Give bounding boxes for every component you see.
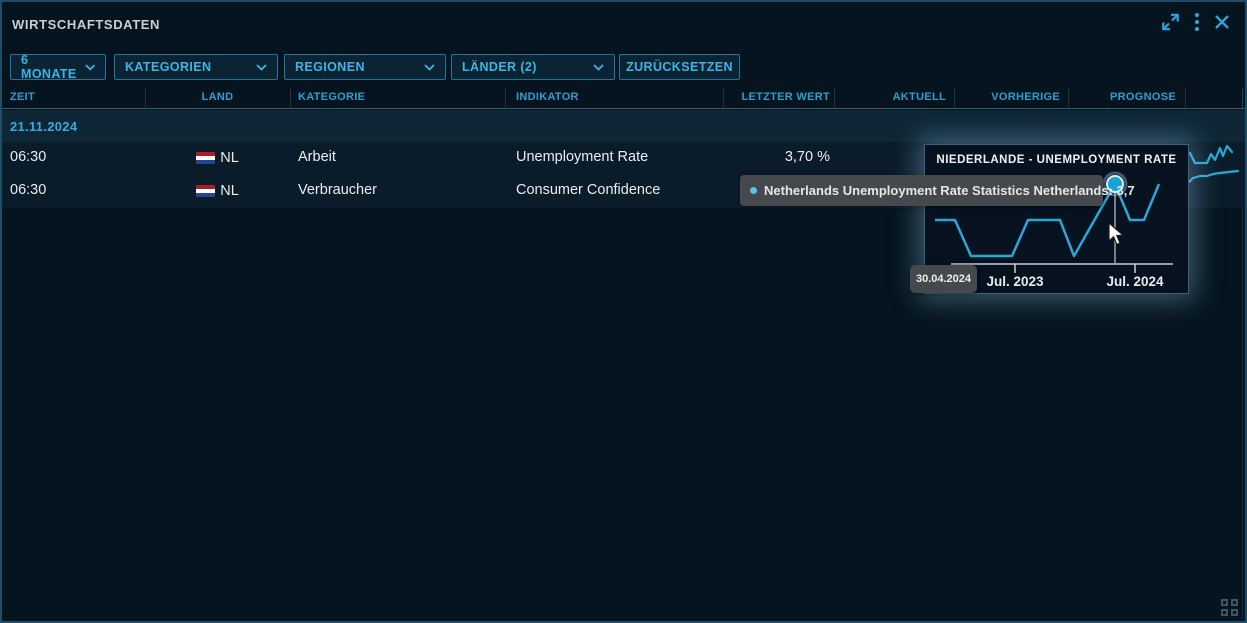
chevron-down-icon [256,64,267,71]
nl-flag-icon [196,185,215,197]
series-bullet-icon [750,187,757,194]
time-cell: 06:30 [10,149,46,165]
date-group-label: 21.11.2024 [10,119,77,134]
country-code: NL [220,183,239,199]
country-code: NL [220,150,239,166]
header-zeit[interactable]: ZEIT [10,91,35,103]
kebab-menu-icon[interactable] [1194,12,1200,32]
time-cell: 06:30 [10,182,46,198]
reset-button-label: ZURÜCKSETZEN [626,60,733,74]
close-icon[interactable] [1213,13,1231,31]
sparkline-chart[interactable] [1186,169,1240,185]
nl-flag-icon [196,152,215,164]
header-aktuell[interactable]: AKTUELL [834,91,946,103]
countries-dropdown[interactable]: LÄNDER (2) [451,54,615,80]
column-separator [723,89,724,108]
country-cell: NL [145,183,290,199]
table-header: ZEIT LAND KATEGORIE INDIKATOR LETZTER WE… [2,88,1245,109]
column-separator [290,89,291,108]
header-indikator[interactable]: INDIKATOR [516,91,579,103]
hover-date-label: 30.04.2024 [910,265,977,293]
window-title: WIRTSCHAFTSDATEN [12,17,160,32]
series-tooltip: Netherlands Unemployment Rate Statistics… [740,175,1103,206]
category-cell: Verbraucher [298,182,377,198]
date-group-row: 21.11.2024 [2,110,1245,142]
header-vorherige[interactable]: VORHERIGE [954,91,1060,103]
x-tick-label: Jul. 2024 [1106,274,1164,289]
column-separator [834,89,835,108]
column-separator [1185,89,1186,108]
indicator-cell: Consumer Confidence [516,182,660,198]
chevron-down-icon [424,64,435,71]
column-separator [954,89,955,108]
x-tick-label: Jul. 2023 [986,274,1044,289]
expand-icon[interactable] [1160,12,1181,32]
reset-button[interactable]: ZURÜCKSETZEN [619,54,740,80]
category-cell: Arbeit [298,149,336,165]
last-value-cell: 3,70 % [723,149,830,165]
column-separator [505,89,506,108]
layout-grid-icon[interactable] [1221,599,1239,617]
mouse-cursor-icon [1108,222,1126,248]
titlebar: WIRTSCHAFTSDATEN [2,2,1245,44]
indicator-cell: Unemployment Rate [516,149,648,165]
sparkline-chart[interactable] [1188,144,1240,168]
header-prognose[interactable]: PROGNOSE [1068,91,1176,103]
regions-dropdown[interactable]: REGIONEN [284,54,446,80]
countries-dropdown-label: LÄNDER (2) [462,60,537,74]
country-cell: NL [145,150,290,166]
column-separator [1068,89,1069,108]
column-separator [145,89,146,108]
chevron-down-icon [85,64,95,71]
chevron-down-icon [593,64,604,71]
regions-dropdown-label: REGIONEN [295,60,365,74]
series-tooltip-text: Netherlands Unemployment Rate Statistics… [764,183,1135,198]
categories-dropdown-label: KATEGORIEN [125,60,211,74]
filter-bar: 6 MONATE KATEGORIEN REGIONEN LÄNDER (2) … [2,54,1245,80]
header-kategorie[interactable]: KATEGORIE [298,91,365,103]
period-dropdown-label: 6 MONATE [21,53,85,81]
period-dropdown[interactable]: 6 MONATE [10,54,106,80]
header-letzter-wert[interactable]: LETZTER WERT [723,91,830,103]
header-land[interactable]: LAND [145,91,290,103]
economic-data-widget: WIRTSCHAFTSDATEN 6 MONATE KATEGORIEN [0,0,1247,623]
categories-dropdown[interactable]: KATEGORIEN [114,54,278,80]
